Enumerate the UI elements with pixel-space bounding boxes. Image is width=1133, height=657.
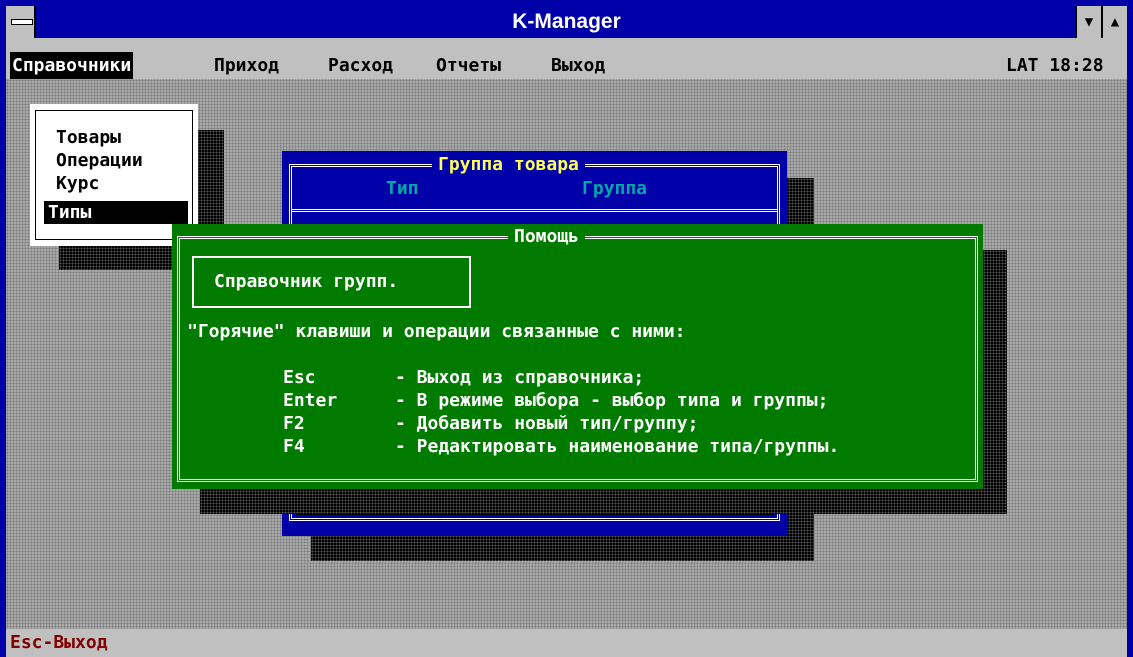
hotkey-f2: F2 [283, 413, 305, 434]
help-window: Помощь Справочник групп. "Горячие" клави… [172, 224, 983, 489]
help-intro: "Горячие" клавиши и операции связанные с… [187, 321, 686, 342]
submenu-item-tovary[interactable]: Товары [56, 126, 121, 149]
lang-clock-indicator: LAT 18:28 [1006, 55, 1104, 76]
menu-vykhod[interactable]: Выход [551, 52, 605, 79]
submenu-item-operacii[interactable]: Операции [56, 149, 143, 172]
status-bar: Esc-Выход [6, 629, 1127, 657]
menu-spravochniki[interactable]: Справочники [10, 52, 134, 79]
menu-raskhod[interactable]: Расход [328, 52, 393, 79]
menu-prikhod[interactable]: Приход [214, 52, 279, 79]
title-bar[interactable]: K-Manager ▼ ▲ [6, 6, 1127, 38]
hotkey-f4-desc: - Редактировать наименование типа/группы… [395, 436, 840, 457]
column-header-group: Группа [582, 178, 648, 199]
maximize-icon[interactable]: ▲ [1101, 6, 1127, 38]
hotkey-esc-desc: - Выход из справочника; [395, 367, 645, 388]
hotkey-enter: Enter [283, 390, 338, 411]
submenu-item-kurs[interactable]: Курс [56, 172, 99, 195]
status-hint: Esc-Выход [10, 632, 108, 653]
submenu-item-tipy[interactable]: Типы [44, 201, 188, 224]
minimize-icon[interactable]: ▼ [1075, 6, 1101, 38]
help-heading-box: Справочник групп. [192, 256, 471, 308]
header-divider [292, 209, 777, 212]
menu-otchety[interactable]: Отчеты [436, 52, 501, 79]
window-title: K-Manager [512, 10, 621, 33]
column-header-type: Тип [386, 178, 419, 199]
hotkey-f4: F4 [283, 436, 305, 457]
help-heading: Справочник групп. [214, 271, 399, 292]
menubar-top-strip [6, 38, 1127, 52]
help-window-title: Помощь [508, 226, 586, 247]
hotkey-f2-desc: - Добавить новый тип/группу; [395, 413, 699, 434]
group-window-title: Группа товара [432, 154, 585, 175]
menu-bar: Справочники Приход Расход Отчеты Выход L… [6, 52, 1127, 79]
hotkey-esc: Esc [283, 367, 316, 388]
hotkey-enter-desc: - В режиме выбора - выбор типа и группы; [395, 390, 829, 411]
